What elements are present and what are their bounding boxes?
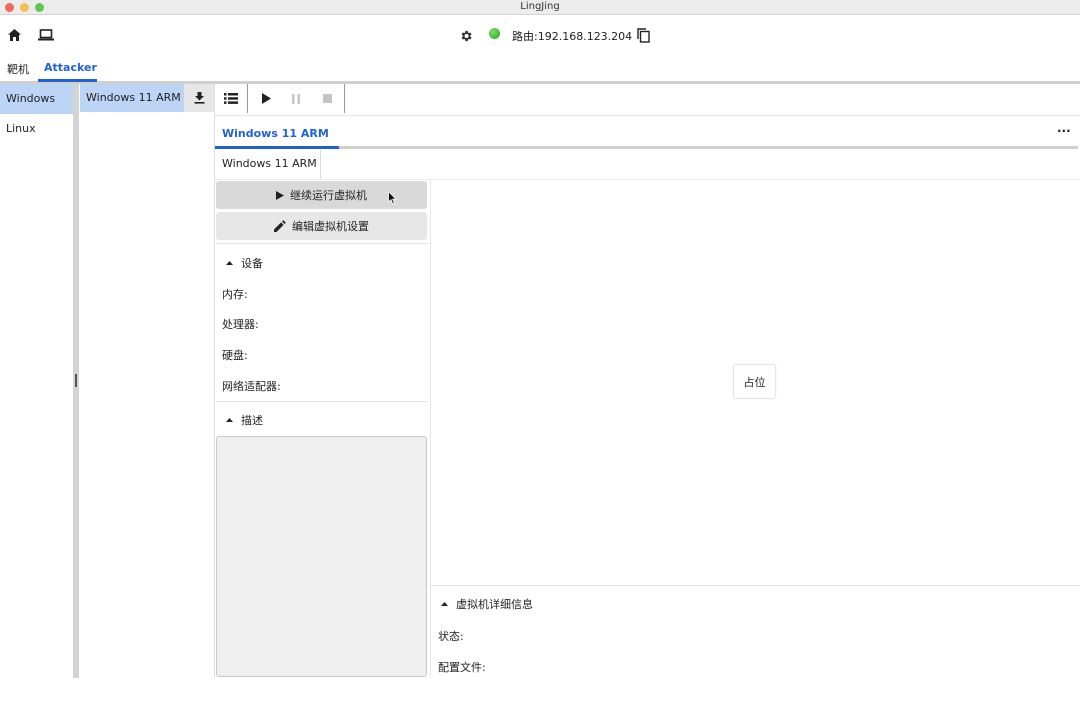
disk-label: 硬盘: <box>222 349 248 362</box>
play-icon <box>276 190 284 200</box>
inner-tab-line <box>215 146 1078 149</box>
play-icon <box>261 93 271 104</box>
status-label: 状态: <box>438 630 464 643</box>
section-divider <box>216 243 428 244</box>
edit-vm-settings-label: 编辑虚拟机设置 <box>292 220 369 233</box>
more-options-icon[interactable]: ··· <box>1057 124 1071 138</box>
list-view-button[interactable] <box>218 84 244 113</box>
section-divider <box>216 401 428 402</box>
vm-list-item[interactable]: Windows 11 ARM <box>80 84 184 112</box>
bottom-margin <box>0 678 1080 711</box>
description-section-header[interactable]: 描述 <box>216 412 263 428</box>
sub-tab-vm[interactable]: Windows 11 ARM <box>215 150 321 179</box>
network-adapter-label: 网络适配器: <box>222 380 281 393</box>
description-section-title: 描述 <box>241 414 263 427</box>
description-textarea[interactable] <box>216 436 427 677</box>
section-divider <box>431 585 1080 586</box>
tab-vm[interactable]: Windows 11 ARM <box>222 127 329 140</box>
inner-active-tab-indicator <box>215 146 339 149</box>
toolbar-separator <box>247 84 248 113</box>
devices-section-header[interactable]: 设备 <box>216 255 263 271</box>
memory-label: 内存: <box>222 288 248 301</box>
vm-details-section-title: 虚拟机详细信息 <box>456 598 533 611</box>
resume-vm-label: 继续运行虚拟机 <box>290 189 367 202</box>
vm-details-section-header[interactable]: 虚拟机详细信息 <box>431 596 533 612</box>
route-address-label: 路由:192.168.123.204 <box>512 30 633 43</box>
stop-icon <box>322 94 332 103</box>
pause-vm-button[interactable] <box>286 84 306 113</box>
download-button[interactable] <box>184 84 214 112</box>
start-vm-button[interactable] <box>256 84 276 113</box>
category-item-linux[interactable]: Linux <box>0 114 73 144</box>
pencil-icon <box>274 220 286 232</box>
splitter-grip-icon[interactable] <box>75 374 77 387</box>
app-window: LingJing 路由:192.168.123.204 靶机 Attacker … <box>0 0 1080 711</box>
toolbar-separator <box>344 84 345 113</box>
mouse-cursor-icon <box>388 190 397 208</box>
list-icon <box>224 93 238 104</box>
stop-vm-button[interactable] <box>317 84 337 113</box>
cpu-label: 处理器: <box>222 318 259 331</box>
gear-icon[interactable] <box>458 28 473 43</box>
vm-preview-placeholder: 占位 <box>733 364 776 399</box>
toolbar-bottom-line <box>215 115 1080 116</box>
window-title: LingJing <box>520 1 560 12</box>
config-file-label: 配置文件: <box>438 661 486 674</box>
home-icon[interactable] <box>7 28 21 42</box>
collapse-arrow-icon <box>441 602 448 606</box>
connection-status-indicator <box>489 28 500 39</box>
edit-vm-settings-button[interactable]: 编辑虚拟机设置 <box>216 212 427 240</box>
devices-section-title: 设备 <box>241 257 263 270</box>
active-tab-indicator <box>38 79 97 82</box>
copy-icon[interactable] <box>636 27 650 44</box>
sub-tab-line <box>215 179 1080 180</box>
pause-icon <box>292 93 300 104</box>
title-bar: LingJing <box>0 0 1080 15</box>
download-icon <box>194 92 204 104</box>
collapse-arrow-icon <box>226 261 233 265</box>
tab-target-machines[interactable]: 靶机 <box>7 61 29 77</box>
collapse-arrow-icon <box>226 418 233 422</box>
tab-attacker[interactable]: Attacker <box>44 61 97 74</box>
category-item-windows[interactable]: Windows <box>0 84 73 114</box>
laptop-icon[interactable] <box>37 28 54 42</box>
